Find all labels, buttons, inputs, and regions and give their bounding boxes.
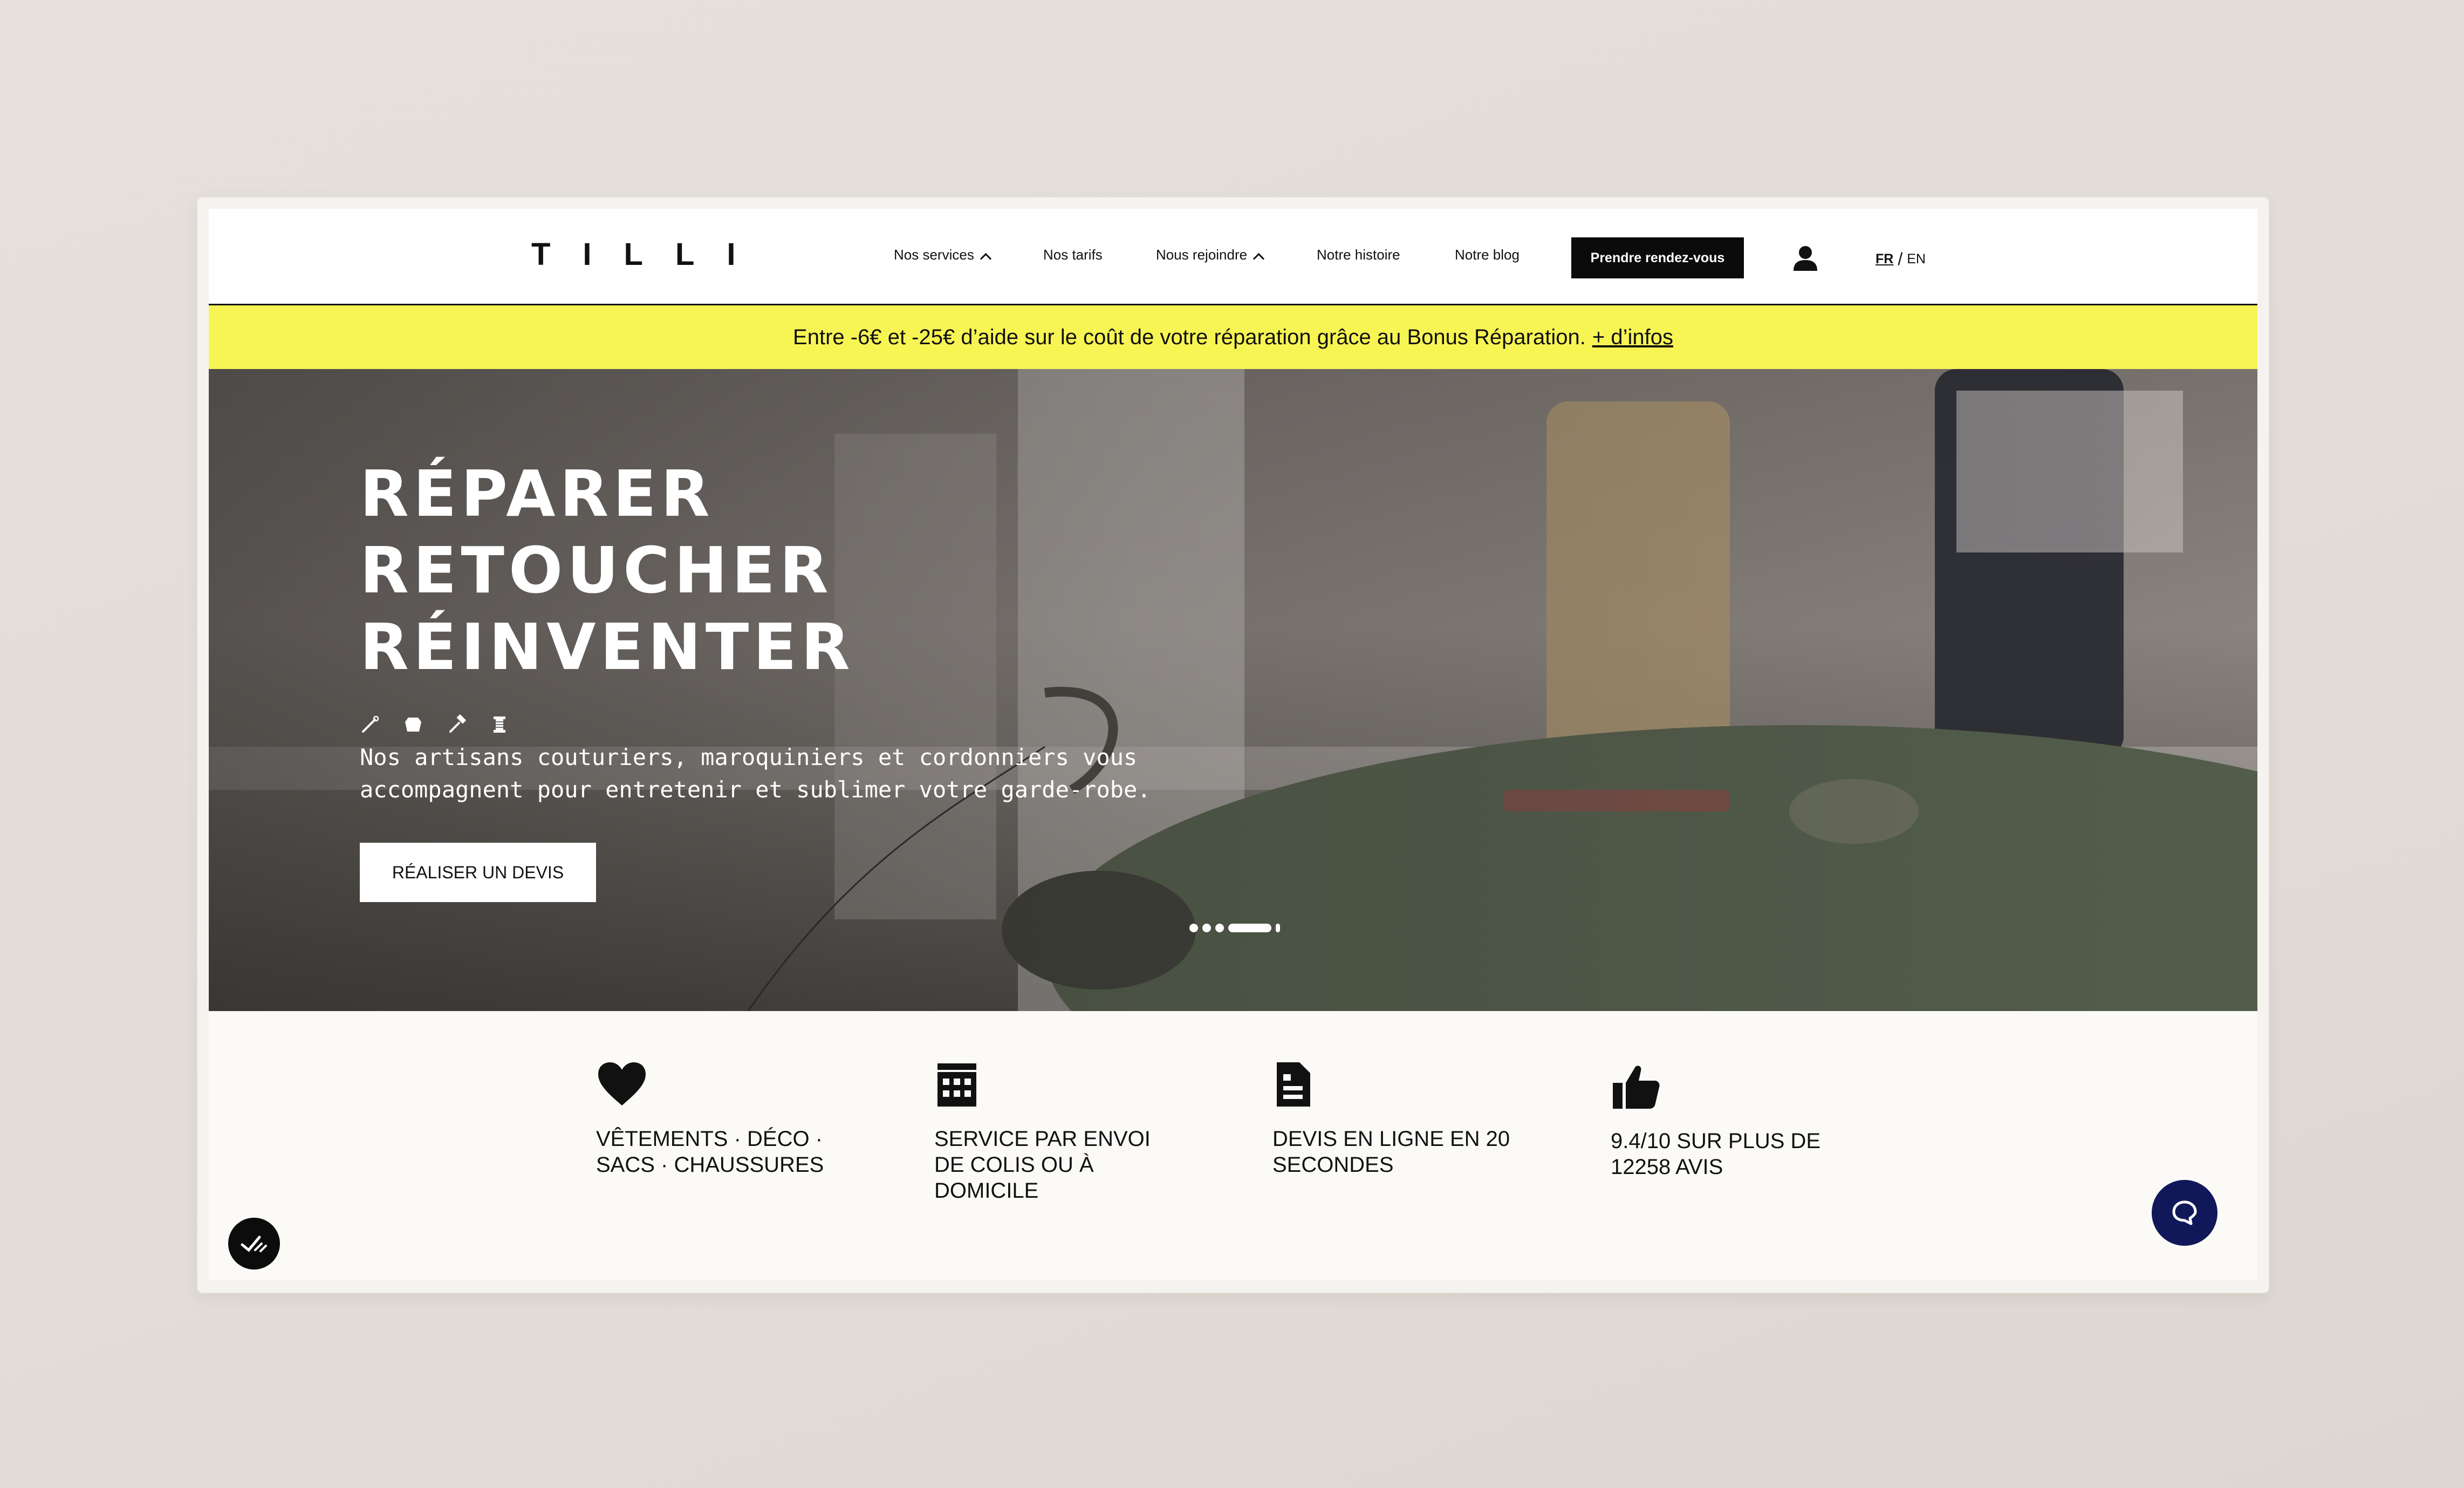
banner-text: Entre -6€ et -25€ d’aide sur le coût de … [793, 325, 1586, 349]
browser-frame: TILLI Nos services Nos tarifs Nous rejoi… [197, 197, 2269, 1293]
nav-tarifs[interactable]: Nos tarifs [1043, 247, 1103, 263]
leather-icon [405, 718, 421, 732]
bonus-banner: Entre -6€ et -25€ d’aide sur le coût de … [209, 305, 2257, 369]
site-header: TILLI Nos services Nos tarifs Nous rejoi… [209, 209, 2257, 305]
nav-services-label: Nos services [894, 247, 974, 263]
feature-item: SERVICE PAR ENVOI DE COLIS OU À DOMICILE [934, 1063, 1182, 1204]
carousel-dot[interactable] [1276, 924, 1280, 932]
chevron-up-icon [1252, 252, 1265, 265]
heart-icon [598, 1062, 646, 1105]
get-quote-button[interactable]: RÉALISER UN DEVIS [360, 843, 596, 902]
banner-more-info-link[interactable]: + d’infos [1592, 325, 1673, 350]
feature-item: VÊTEMENTS · DÉCO · SACS · CHAUSSURES [596, 1062, 844, 1178]
thread-spool-icon [494, 716, 505, 733]
carousel-dot[interactable] [1215, 924, 1224, 932]
calendar-icon [937, 1063, 976, 1107]
hero-title-line: RÉPARER [360, 456, 714, 531]
hero-title-line: RETOUCHER [360, 533, 833, 608]
logo[interactable]: TILLI [531, 239, 768, 270]
carousel-dot-active[interactable] [1228, 924, 1271, 932]
lang-separator: / [1898, 249, 1903, 269]
nav-services[interactable]: Nos services [894, 247, 991, 265]
quote-document-icon [1277, 1062, 1310, 1107]
page: TILLI Nos services Nos tarifs Nous rejoi… [209, 209, 2257, 1280]
nav-rejoindre[interactable]: Nous rejoindre [1156, 247, 1265, 265]
feature-label: 9.4/10 SUR PLUS DE 12258 AVIS [1611, 1129, 1821, 1179]
feature-label: VÊTEMENTS · DÉCO · SACS · CHAUSSURES [596, 1127, 824, 1177]
accessibility-badge[interactable] [228, 1218, 280, 1269]
nav-blog[interactable]: Notre blog [1455, 247, 1520, 263]
hero-title: RÉPARER RETOUCHER RÉINVENTER [360, 455, 854, 685]
chat-button[interactable] [2152, 1180, 2217, 1246]
nav-tarifs-label: Nos tarifs [1043, 247, 1103, 263]
hero-section: RÉPARER RETOUCHER RÉINVENTER Nos artisan… [209, 369, 2257, 1011]
checkmark-badge-icon [241, 1236, 267, 1252]
feature-item: DEVIS EN LIGNE EN 20 SECONDES [1272, 1062, 1521, 1178]
carousel-dot[interactable] [1202, 924, 1211, 932]
lang-en-link[interactable]: EN [1907, 251, 1926, 267]
nav-rejoindre-label: Nous rejoindre [1156, 247, 1248, 263]
carousel-indicators [1189, 924, 1280, 932]
nav-histoire-label: Notre histoire [1317, 247, 1400, 263]
chat-bubble-icon [2172, 1200, 2197, 1225]
lang-fr-link[interactable]: FR [1876, 251, 1893, 267]
feature-item: 9.4/10 SUR PLUS DE 12258 AVIS [1611, 1066, 1859, 1180]
feature-label: SERVICE PAR ENVOI DE COLIS OU À DOMICILE [934, 1127, 1151, 1203]
craft-icons [360, 714, 510, 735]
user-icon[interactable] [1791, 244, 1819, 272]
hero-title-line: RÉINVENTER [360, 610, 854, 684]
feature-label: DEVIS EN LIGNE EN 20 SECONDES [1272, 1127, 1510, 1177]
book-appointment-button[interactable]: Prendre rendez-vous [1571, 237, 1744, 278]
hammer-icon [449, 714, 467, 733]
nav-histoire[interactable]: Notre histoire [1317, 247, 1400, 263]
chevron-up-icon [980, 252, 991, 265]
nav-blog-label: Notre blog [1455, 247, 1520, 263]
carousel-dot[interactable] [1189, 924, 1198, 932]
needle-icon [362, 715, 379, 733]
hero-subtitle: Nos artisans couturiers, maroquiniers et… [360, 744, 1151, 803]
thumbs-up-icon [1613, 1066, 1660, 1109]
language-switcher: FR / EN [1876, 248, 1926, 269]
